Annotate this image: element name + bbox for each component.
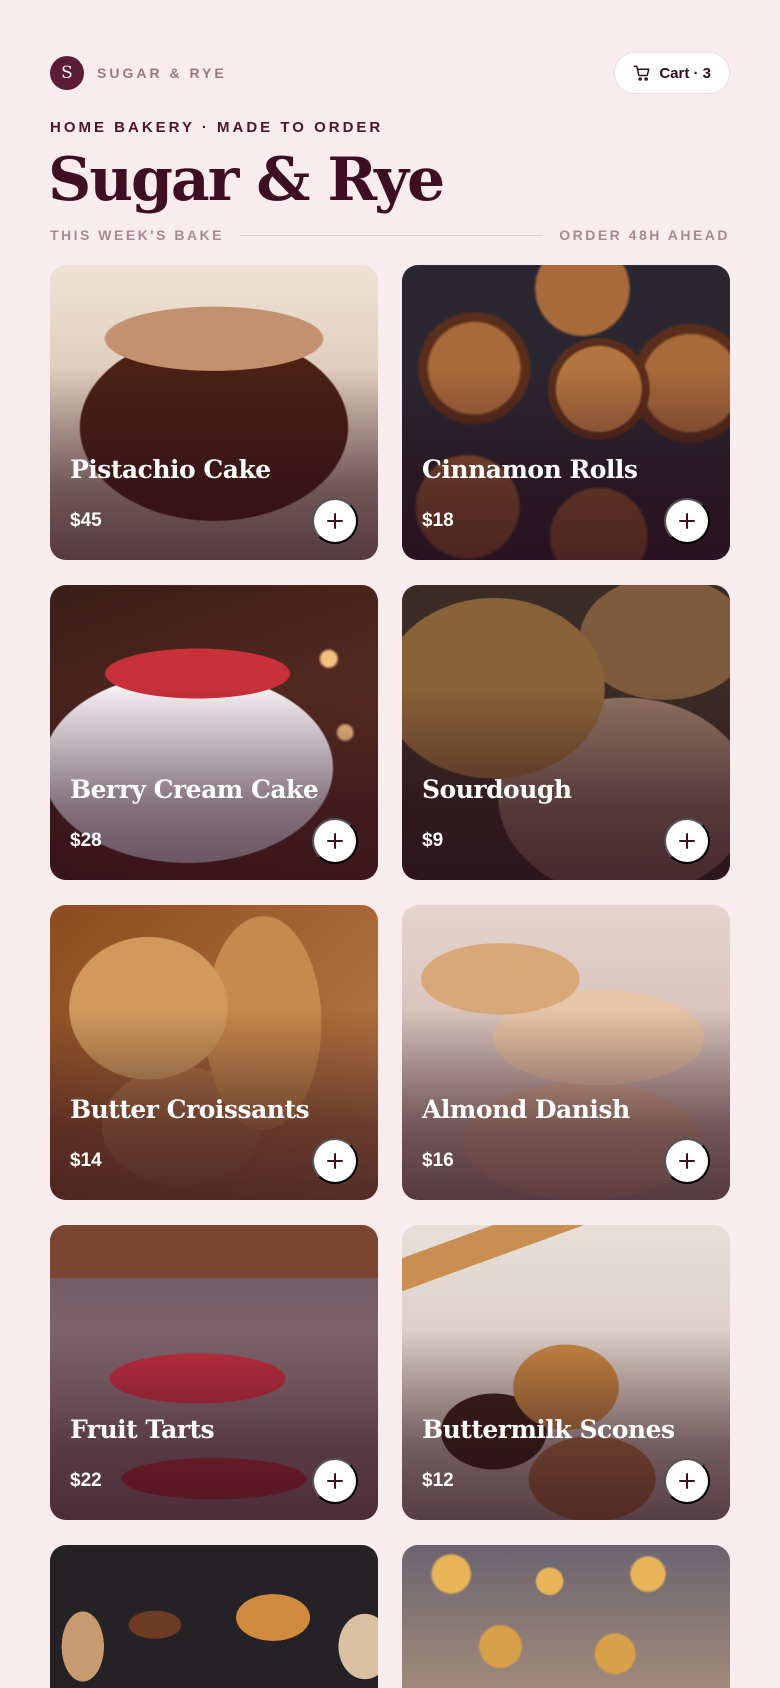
brand[interactable]: S SUGAR & RYE xyxy=(50,56,227,90)
plus-icon xyxy=(327,833,343,849)
product-card[interactable] xyxy=(402,1545,730,1688)
product-price: $45 xyxy=(70,510,102,531)
plus-icon xyxy=(679,1473,695,1489)
brand-logo: S xyxy=(50,56,84,90)
product-price: $28 xyxy=(70,830,102,851)
cart-button[interactable]: Cart · 3 xyxy=(614,52,730,94)
product-card[interactable]: Berry Cream Cake $28 xyxy=(50,585,378,880)
product-name: Buttermilk Scones xyxy=(422,1415,675,1444)
product-card[interactable]: Butter Croissants $14 xyxy=(50,905,378,1200)
product-name: Butter Croissants xyxy=(70,1095,310,1124)
top-bar: S SUGAR & RYE Cart · 3 xyxy=(50,52,730,94)
product-name: Sourdough xyxy=(422,775,572,804)
section-title: THIS WEEK'S BAKE xyxy=(50,227,225,243)
product-name: Pistachio Cake xyxy=(70,455,271,484)
product-price: $18 xyxy=(422,510,454,531)
product-price: $12 xyxy=(422,1470,454,1491)
product-price: $22 xyxy=(70,1470,102,1491)
order-notice: ORDER 48H AHEAD xyxy=(559,227,730,243)
product-photo xyxy=(50,1545,378,1688)
cart-icon xyxy=(634,65,650,81)
product-name: Cinnamon Rolls xyxy=(422,455,638,484)
product-card[interactable]: Sourdough $9 xyxy=(402,585,730,880)
page-title: Sugar & Rye xyxy=(48,145,445,215)
product-price: $14 xyxy=(70,1150,102,1171)
add-to-cart-button[interactable] xyxy=(664,1458,710,1504)
plus-icon xyxy=(327,1153,343,1169)
plus-icon xyxy=(327,1473,343,1489)
product-card[interactable]: Pistachio Cake $45 xyxy=(50,265,378,560)
brand-name: SUGAR & RYE xyxy=(97,65,227,81)
product-card[interactable]: Buttermilk Scones $12 xyxy=(402,1225,730,1520)
cart-label: Cart · 3 xyxy=(659,64,711,82)
product-name: Almond Danish xyxy=(422,1095,630,1124)
divider xyxy=(240,234,544,236)
add-to-cart-button[interactable] xyxy=(312,818,358,864)
section-header: THIS WEEK'S BAKE ORDER 48H AHEAD xyxy=(50,225,730,245)
product-price: $9 xyxy=(422,830,444,851)
plus-icon xyxy=(679,833,695,849)
product-card[interactable]: Fruit Tarts $22 xyxy=(50,1225,378,1520)
product-card[interactable] xyxy=(50,1545,378,1688)
add-to-cart-button[interactable] xyxy=(664,498,710,544)
add-to-cart-button[interactable] xyxy=(312,1458,358,1504)
add-to-cart-button[interactable] xyxy=(312,498,358,544)
plus-icon xyxy=(679,513,695,529)
add-to-cart-button[interactable] xyxy=(312,1138,358,1184)
plus-icon xyxy=(679,1153,695,1169)
product-name: Fruit Tarts xyxy=(70,1415,215,1444)
product-price: $16 xyxy=(422,1150,454,1171)
product-photo xyxy=(402,1545,730,1688)
product-name: Berry Cream Cake xyxy=(70,775,319,804)
add-to-cart-button[interactable] xyxy=(664,1138,710,1184)
eyebrow: HOME BAKERY · MADE TO ORDER xyxy=(50,119,384,136)
add-to-cart-button[interactable] xyxy=(664,818,710,864)
plus-icon xyxy=(327,513,343,529)
product-card[interactable]: Cinnamon Rolls $18 xyxy=(402,265,730,560)
product-grid: Pistachio Cake $45 Cinnamon Rolls $18 Be… xyxy=(50,265,730,1688)
product-card[interactable]: Almond Danish $16 xyxy=(402,905,730,1200)
